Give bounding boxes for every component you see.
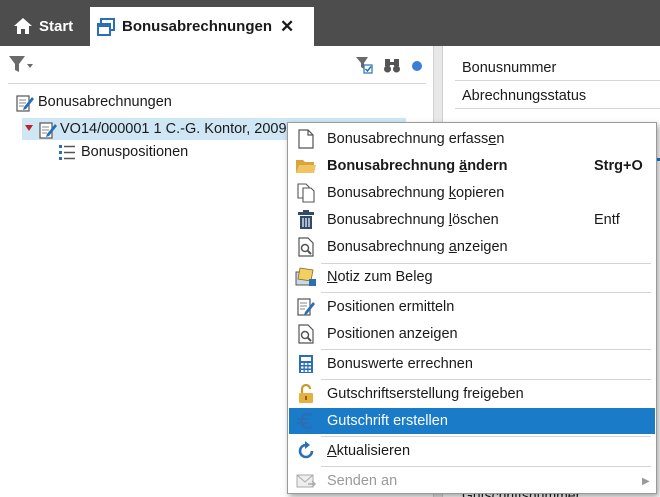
menu-separator (321, 436, 651, 437)
list-icon (58, 143, 76, 161)
view-document-icon (294, 323, 318, 345)
menu-item-loeschen[interactable]: Bonusabrechnung löschen Entf (289, 207, 655, 233)
tab-start[interactable]: Start (5, 8, 85, 44)
filter-check-icon[interactable] (355, 56, 373, 77)
menu-item-erfassen[interactable]: Bonusabrechnung erfassen (289, 126, 655, 152)
refresh-icon (294, 440, 318, 462)
tree-toolbar (355, 56, 423, 77)
tree-root-label: Bonusabrechnungen (38, 94, 172, 110)
view-document-icon (294, 236, 318, 258)
send-mail-icon (294, 470, 318, 492)
menu-item-notiz[interactable]: Notiz zum Beleg (289, 264, 655, 290)
submenu-arrow-icon: ▶ (642, 475, 650, 487)
tab-start-label: Start (39, 17, 74, 35)
edit-list-icon (294, 296, 318, 318)
filter-button[interactable] (8, 54, 34, 77)
menu-item-kopieren[interactable]: Bonusabrechnung kopieren (289, 180, 655, 206)
tree-child[interactable]: Bonuspositionen (58, 143, 188, 161)
shortcut-label: Entf (594, 212, 620, 228)
note-icon (294, 266, 318, 288)
copy-icon (294, 182, 318, 204)
toolbar-divider (8, 83, 426, 84)
folder-open-icon (294, 155, 318, 177)
tab-active-label: Bonusabrechnungen (122, 18, 273, 35)
menu-separator (321, 466, 651, 467)
field-bonusnummer: Bonusnummer (462, 60, 557, 76)
tree-child-label: Bonuspositionen (81, 144, 189, 160)
menu-item-aendern[interactable]: Bonusabrechnung ändern Strg+O (289, 153, 655, 179)
filter-icon (8, 54, 34, 77)
field-divider (455, 108, 660, 109)
menu-item-anzeigen[interactable]: Bonusabrechnung anzeigen (289, 234, 655, 260)
menu-item-senden-an[interactable]: Senden an ▶ (289, 468, 655, 494)
new-document-icon (294, 128, 318, 150)
tree-root[interactable]: Bonusabrechnungen (15, 93, 172, 112)
binoculars-icon[interactable] (383, 56, 401, 77)
menu-separator (321, 379, 651, 380)
window-icon (96, 17, 116, 37)
menu-separator (321, 292, 651, 293)
field-abrechnungsstatus: Abrechnungsstatus (462, 88, 587, 104)
menu-item-aktualisieren[interactable]: Aktualisieren (289, 438, 655, 464)
menu-item-freigeben[interactable]: Gutschriftserstellung freigeben (289, 381, 655, 407)
edit-document-icon (38, 120, 57, 139)
home-icon (13, 16, 33, 36)
field-divider (455, 80, 660, 81)
menu-item-gutschrift-erstellen[interactable]: Gutschrift erstellen (289, 408, 655, 434)
edit-document-icon (15, 93, 34, 112)
euro-icon (294, 410, 318, 432)
status-dot-icon[interactable] (411, 59, 423, 75)
calculator-icon (294, 353, 318, 375)
context-menu: Bonusabrechnung erfassen Bonusabrechnung… (287, 122, 657, 494)
menu-item-positionen-anzeigen[interactable]: Positionen anzeigen (289, 321, 655, 347)
trash-icon (294, 209, 318, 231)
shortcut-label: Strg+O (594, 158, 643, 174)
unlock-icon (294, 383, 318, 405)
menu-item-bonuswerte[interactable]: Bonuswerte errechnen (289, 351, 655, 377)
menu-separator (321, 349, 651, 350)
tab-bonusabrechnungen[interactable]: Bonusabrechnungen ✕ (90, 7, 314, 46)
menu-item-positionen-ermitteln[interactable]: Positionen ermitteln (289, 294, 655, 320)
close-icon[interactable]: ✕ (280, 17, 294, 37)
collapse-arrow-icon[interactable] (24, 121, 34, 137)
